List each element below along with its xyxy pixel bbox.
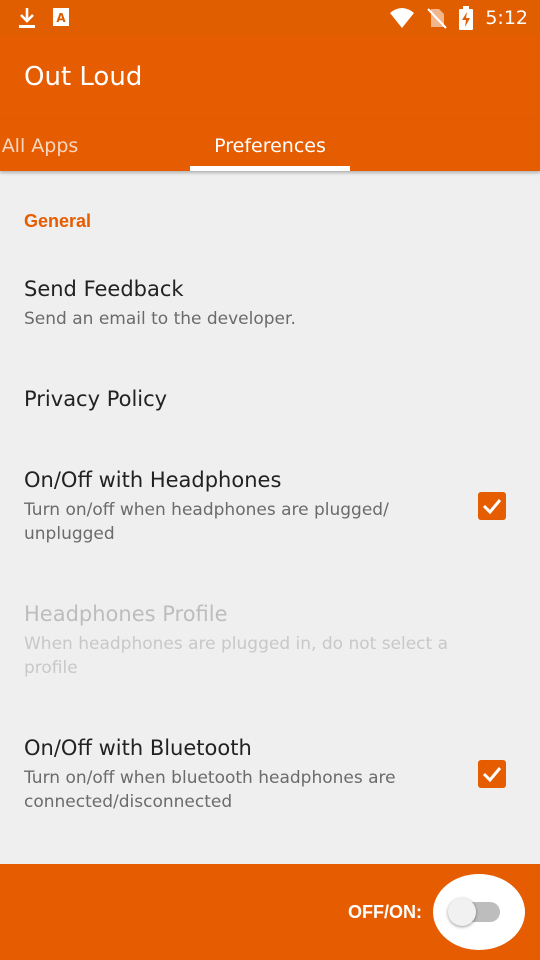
font-app-icon: A [52,6,70,30]
wifi-icon [389,7,415,29]
check-icon [482,499,502,515]
pref-summary: When headphones are plugged in, do not s… [24,634,449,678]
app-title: Out Loud [24,62,143,92]
pref-summary: Turn on/off when bluetooth headphones ar… [24,768,396,812]
clock: 5:12 [485,7,528,29]
tab-bar: All Apps Preferences [0,120,540,171]
pref-title: On/Off with Bluetooth [24,736,252,760]
no-sim-icon [427,7,448,29]
pref-title: Headphones Profile [24,602,228,626]
app-bar: Out Loud [0,36,540,120]
section-header-general: General [24,211,92,231]
pref-summary: Turn on/off when headphones are plugged/… [24,500,389,544]
pref-title: Privacy Policy [24,387,168,411]
check-icon [482,767,502,783]
battery-charging-icon [459,6,474,30]
pref-title: On/Off with Headphones [24,468,282,492]
pref-onoff-headphones[interactable]: On/Off with Headphones Turn on/off when … [24,466,464,546]
tab-indicator [190,166,350,171]
tab-preferences[interactable]: Preferences [190,120,350,171]
pref-title: Send Feedback [24,277,184,301]
pref-summary: Send an email to the developer. [24,309,296,329]
pref-onoff-bluetooth[interactable]: On/Off with Bluetooth Turn on/off when b… [24,734,464,814]
headphones-checkbox[interactable] [478,492,506,520]
bluetooth-checkbox[interactable] [478,760,506,788]
pref-privacy-policy[interactable]: Privacy Policy [24,385,464,413]
status-bar: A 5:12 [0,0,540,36]
svg-text:A: A [56,11,66,25]
pref-headphones-profile: Headphones Profile When headphones are p… [24,600,464,680]
onoff-label: OFF/ON: [348,902,422,922]
onoff-switch-thumb[interactable] [448,898,476,926]
download-icon [16,6,38,30]
pref-send-feedback[interactable]: Send Feedback Send an email to the devel… [24,275,464,331]
tab-all-apps[interactable]: All Apps [0,120,140,171]
